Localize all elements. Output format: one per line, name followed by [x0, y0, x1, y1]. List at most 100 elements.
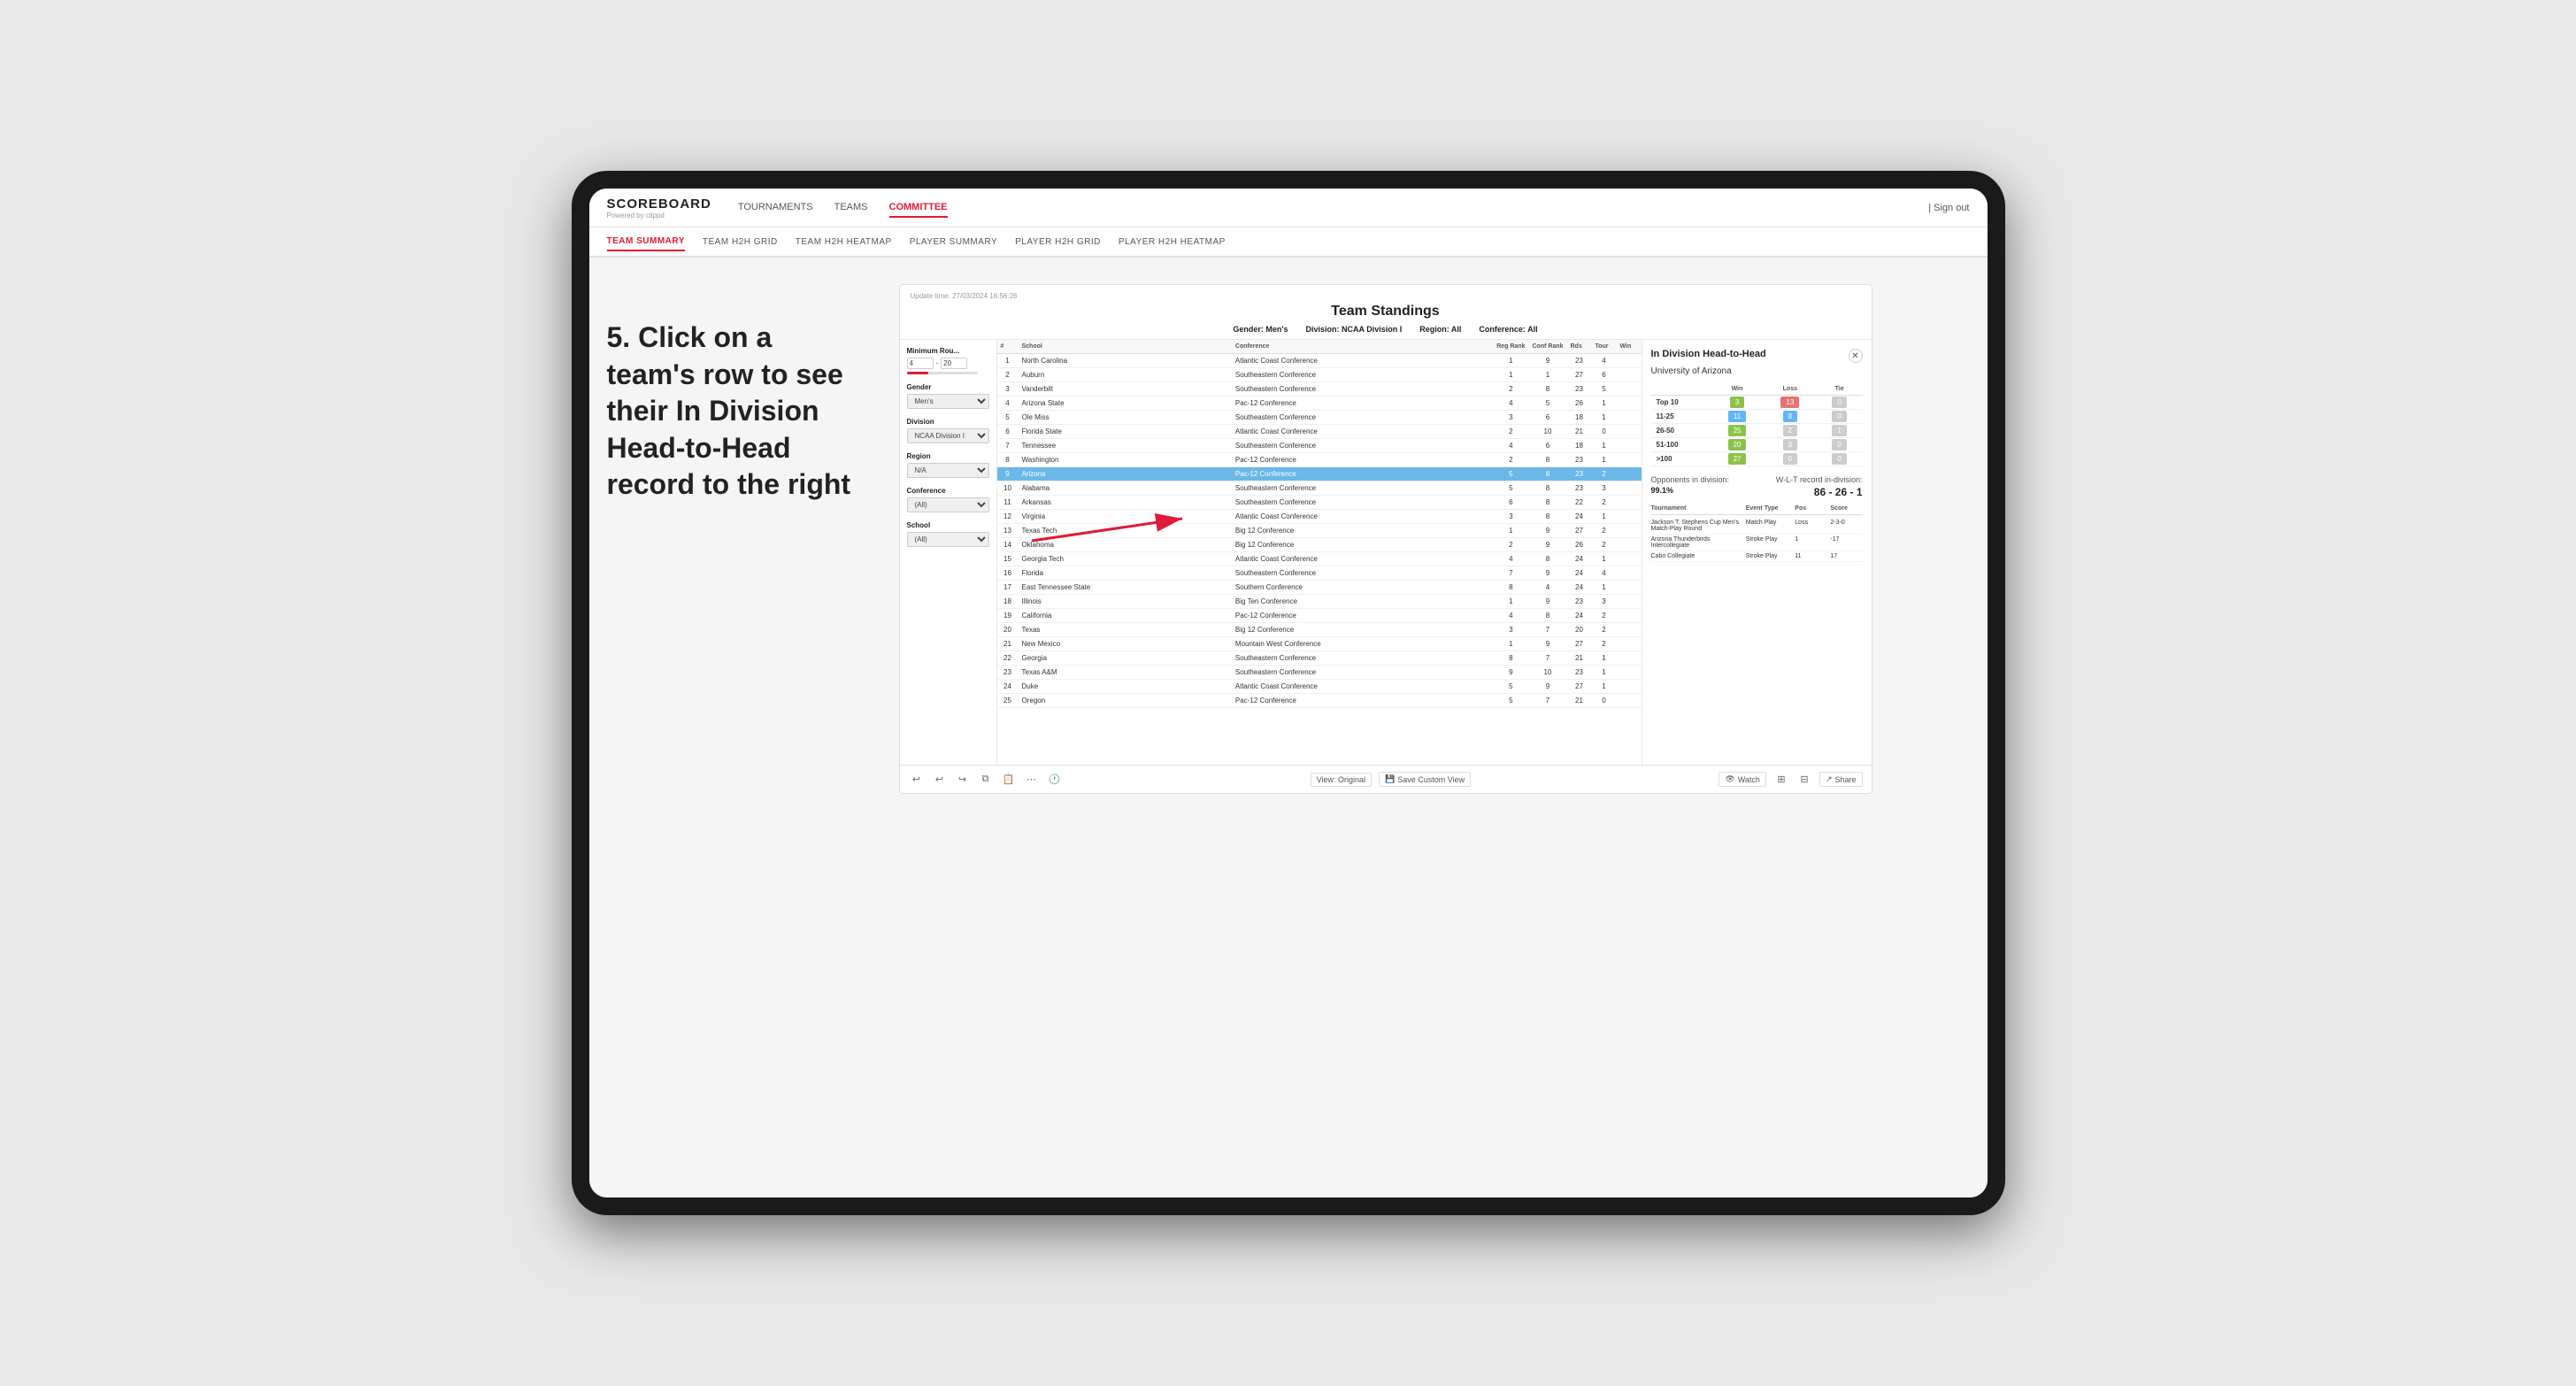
tourn-name: Jackson T. Stephens Cup Men's Match-Play… — [1651, 520, 1742, 532]
redo-icon[interactable]: ↪ — [955, 772, 971, 788]
team-rank: 17 — [997, 581, 1019, 595]
table-row[interactable]: 4 Arizona State Pac-12 Conference 4 5 26… — [997, 397, 1642, 411]
nav-tournaments[interactable]: TOURNAMENTS — [738, 198, 813, 218]
table-row[interactable]: 8 Washington Pac-12 Conference 2 8 23 1 — [997, 453, 1642, 467]
h2h-col-range — [1651, 383, 1711, 396]
h2h-record-label: W-L-T record in-division: — [1776, 475, 1863, 484]
team-conference: Atlantic Coast Conference — [1232, 510, 1493, 524]
grid-icon[interactable]: ⊞ — [1773, 772, 1789, 788]
team-conf-rank: 7 — [1529, 651, 1567, 666]
team-school: Texas Tech — [1019, 524, 1232, 538]
table-row[interactable]: 10 Alabama Southeastern Conference 5 8 2… — [997, 481, 1642, 496]
h2h-close-button[interactable]: ✕ — [1849, 349, 1863, 363]
undo-icon[interactable]: ↩ — [909, 772, 925, 788]
table-row[interactable]: 21 New Mexico Mountain West Conference 1… — [997, 637, 1642, 651]
table-row[interactable]: 19 California Pac-12 Conference 4 8 24 2 — [997, 609, 1642, 623]
table-row[interactable]: 5 Ole Miss Southeastern Conference 3 6 1… — [997, 411, 1642, 425]
team-reg-rank: 7 — [1493, 566, 1528, 581]
team-win — [1617, 623, 1642, 637]
table-row[interactable]: 7 Tennessee Southeastern Conference 4 6 … — [997, 439, 1642, 453]
table-row[interactable]: 24 Duke Atlantic Coast Conference 5 9 27… — [997, 680, 1642, 694]
tab-team-h2h-grid[interactable]: TEAM H2H GRID — [703, 234, 778, 250]
table-row[interactable]: 2 Auburn Southeastern Conference 1 1 27 … — [997, 368, 1642, 382]
min-rounds-max-input[interactable] — [941, 358, 967, 369]
team-rank: 22 — [997, 651, 1019, 666]
more-icon[interactable]: ⋯ — [1024, 772, 1040, 788]
sign-out-button[interactable]: | Sign out — [1928, 203, 1969, 213]
h2h-tourn-header: Tournament Event Type Pos Score — [1651, 505, 1863, 515]
team-tour: 5 — [1592, 382, 1617, 397]
team-tour: 2 — [1592, 496, 1617, 510]
table-row[interactable]: 3 Vanderbilt Southeastern Conference 2 8… — [997, 382, 1642, 397]
team-school: Vanderbilt — [1019, 382, 1232, 397]
team-rank: 11 — [997, 496, 1019, 510]
undo2-icon[interactable]: ↩ — [932, 772, 948, 788]
team-tour: 1 — [1592, 651, 1617, 666]
filter-region: Region N/A — [907, 452, 989, 478]
team-conference: Southeastern Conference — [1232, 411, 1493, 425]
team-conf-rank: 9 — [1529, 680, 1567, 694]
table-row[interactable]: 17 East Tennessee State Southern Confere… — [997, 581, 1642, 595]
nav-committee[interactable]: COMMITTEE — [889, 198, 948, 218]
h2h-win-cell: 11 — [1711, 410, 1764, 424]
table-row[interactable]: 11 Arkansas Southeastern Conference 6 8 … — [997, 496, 1642, 510]
table-row[interactable]: 13 Texas Tech Big 12 Conference 1 9 27 2 — [997, 524, 1642, 538]
team-reg-rank: 6 — [1493, 496, 1528, 510]
tab-team-h2h-heatmap[interactable]: TEAM H2H HEATMAP — [796, 234, 892, 250]
table-row[interactable]: 15 Georgia Tech Atlantic Coast Conferenc… — [997, 552, 1642, 566]
table-row[interactable]: 6 Florida State Atlantic Coast Conferenc… — [997, 425, 1642, 439]
team-rds: 24 — [1567, 510, 1592, 524]
h2h-opponents-label: Opponents in division: — [1651, 475, 1730, 484]
division-select[interactable]: NCAA Division I — [907, 428, 989, 443]
logo-area: SCOREBOARD Powered by clippd — [607, 196, 711, 219]
filter-conference: Conference (All) — [907, 487, 989, 512]
tab-team-summary[interactable]: TEAM SUMMARY — [607, 233, 685, 251]
table-row[interactable]: 20 Texas Big 12 Conference 3 7 20 2 — [997, 623, 1642, 637]
tab-player-summary[interactable]: PLAYER SUMMARY — [910, 234, 997, 250]
view-original-button[interactable]: View: Original — [1311, 773, 1372, 787]
watch-button[interactable]: 👁 Watch — [1719, 772, 1766, 787]
filter-min-rounds: Minimum Rou... - — [907, 347, 989, 374]
team-conf-rank: 4 — [1529, 581, 1567, 595]
team-rds: 23 — [1567, 481, 1592, 496]
h2h-grid-row: 26-50 25 2 1 — [1651, 424, 1863, 438]
team-conference: Southeastern Conference — [1232, 651, 1493, 666]
table-row[interactable]: 22 Georgia Southeastern Conference 8 7 2… — [997, 651, 1642, 666]
region-select[interactable]: N/A — [907, 463, 989, 478]
team-win — [1617, 467, 1642, 481]
team-conference: Big 12 Conference — [1232, 524, 1493, 538]
gender-select[interactable]: Men's Women's — [907, 394, 989, 409]
team-conf-rank: 8 — [1529, 481, 1567, 496]
conference-select[interactable]: (All) — [907, 497, 989, 512]
layout-icon[interactable]: ⊟ — [1796, 772, 1812, 788]
nav-teams[interactable]: TEAMS — [834, 198, 868, 218]
rounds-slider[interactable] — [907, 372, 978, 374]
paste-icon[interactable]: 📋 — [1001, 772, 1017, 788]
share-button[interactable]: ↗ Share — [1819, 772, 1863, 787]
table-row[interactable]: 12 Virginia Atlantic Coast Conference 3 … — [997, 510, 1642, 524]
h2h-tie-cell: 1 — [1817, 424, 1863, 438]
eye-icon: 👁 — [1725, 774, 1734, 784]
save-custom-button[interactable]: 💾 Save Custom View — [1379, 772, 1471, 787]
clock-icon[interactable]: 🕐 — [1047, 772, 1063, 788]
school-select[interactable]: (All) — [907, 532, 989, 547]
team-rank: 12 — [997, 510, 1019, 524]
table-row[interactable]: 1 North Carolina Atlantic Coast Conferen… — [997, 354, 1642, 368]
team-rds: 24 — [1567, 552, 1592, 566]
team-tour: 4 — [1592, 566, 1617, 581]
table-row[interactable]: 9 Arizona Pac-12 Conference 5 8 23 2 — [997, 467, 1642, 481]
copy-icon[interactable]: ⧉ — [978, 772, 994, 788]
table-row[interactable]: 25 Oregon Pac-12 Conference 5 7 21 0 — [997, 694, 1642, 708]
h2h-loss-cell: 3 — [1764, 438, 1817, 452]
team-reg-rank: 2 — [1493, 538, 1528, 552]
tab-player-h2h-heatmap[interactable]: PLAYER H2H HEATMAP — [1119, 234, 1226, 250]
team-rank: 13 — [997, 524, 1019, 538]
table-row[interactable]: 18 Illinois Big Ten Conference 1 9 23 3 — [997, 595, 1642, 609]
table-row[interactable]: 16 Florida Southeastern Conference 7 9 2… — [997, 566, 1642, 581]
h2h-loss-cell: 2 — [1764, 424, 1817, 438]
table-row[interactable]: 14 Oklahoma Big 12 Conference 2 9 26 2 — [997, 538, 1642, 552]
team-tour: 1 — [1592, 680, 1617, 694]
min-rounds-input[interactable] — [907, 358, 934, 369]
tab-player-h2h-grid[interactable]: PLAYER H2H GRID — [1015, 234, 1101, 250]
table-row[interactable]: 23 Texas A&M Southeastern Conference 9 1… — [997, 666, 1642, 680]
